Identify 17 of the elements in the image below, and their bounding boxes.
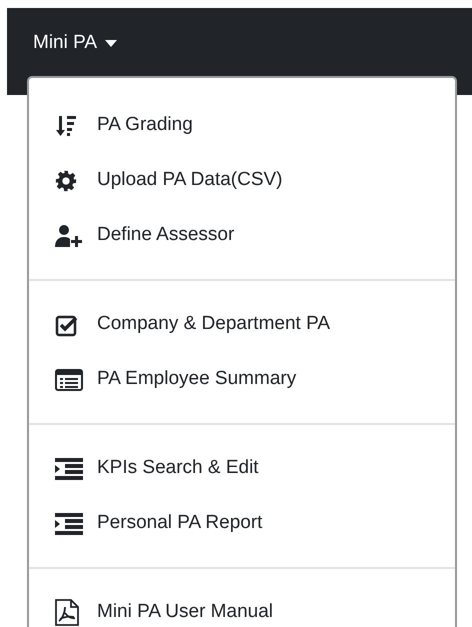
menu-item[interactable]: PA Grading <box>29 98 455 153</box>
menu-item[interactable]: Mini PA User Manual <box>29 585 455 627</box>
menu-toggle[interactable]: Mini PA <box>33 28 118 58</box>
user-plus-icon <box>55 224 85 248</box>
indent-icon <box>55 512 83 534</box>
menu-item[interactable]: KPIs Search & Edit <box>29 441 455 496</box>
list-card-icon <box>55 368 83 390</box>
menu-item[interactable]: Company & Department PA <box>29 297 455 352</box>
menu-item[interactable]: Define Assessor <box>29 208 455 263</box>
indent-icon <box>55 458 83 480</box>
menu-item[interactable]: PA Employee Summary <box>29 352 455 407</box>
pdf-file-icon <box>55 599 79 626</box>
menu-item[interactable]: Personal PA Report <box>29 496 455 551</box>
sort-icon <box>55 114 79 138</box>
gear-icon <box>55 170 77 192</box>
menu-item[interactable]: Upload PA Data(CSV) <box>29 153 455 208</box>
caret-icon <box>105 40 118 46</box>
